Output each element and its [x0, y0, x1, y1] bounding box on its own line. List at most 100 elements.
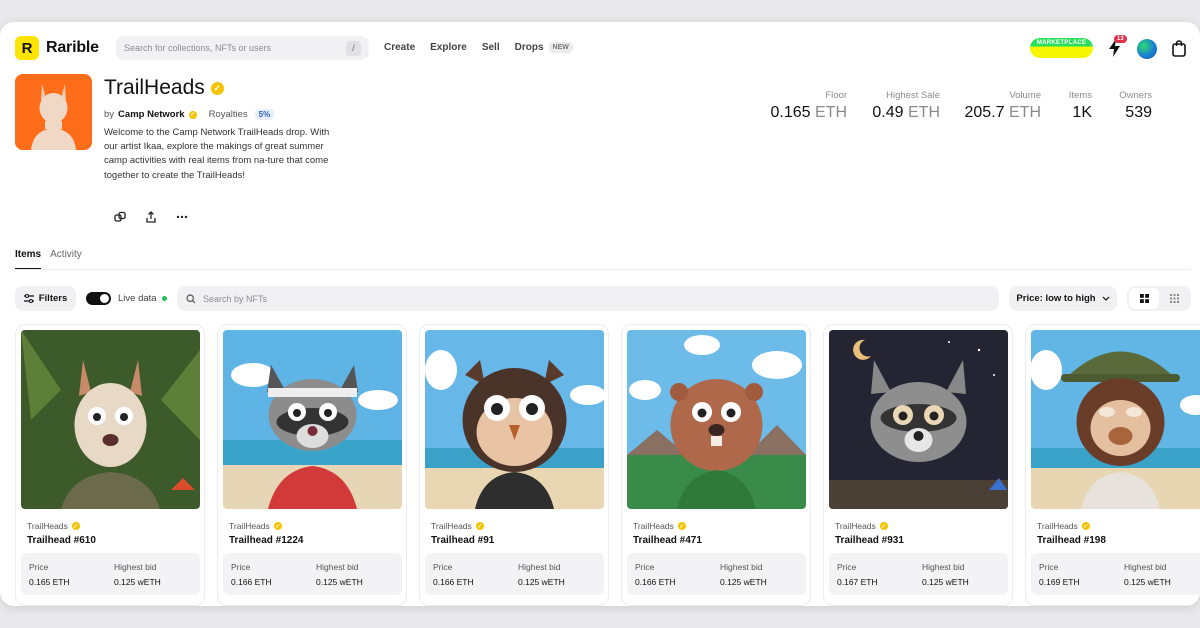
stat-number: 0.49: [872, 104, 904, 121]
chevron-down-icon: [1102, 296, 1110, 301]
nft-grid: TrailHeads ✓ Trailhead #610 Price Highes…: [15, 324, 1200, 606]
tab-activity[interactable]: Activity: [50, 249, 82, 270]
card-price-box: Price Highest bid 0.169 ETH 0.125 wETH: [1031, 553, 1200, 595]
filters-label: Filters: [38, 293, 68, 304]
rarible-logo[interactable]: R Rarible: [15, 36, 99, 60]
stat-number: 539: [1125, 104, 1152, 121]
stat-owners: Owners 539: [1119, 90, 1152, 122]
nft-card[interactable]: TrailHeads ✓ Trailhead #91 Price Highest…: [419, 324, 609, 606]
stat-value: 539: [1119, 104, 1152, 122]
highest-bid-value: 0.125 wETH: [922, 577, 969, 587]
card-collection-name: TrailHeads: [633, 521, 674, 531]
stat-unit: ETH: [815, 104, 847, 121]
price-value: 0.165 ETH: [29, 577, 70, 587]
card-collection-name: TrailHeads: [431, 521, 472, 531]
raccoon-night-nft-illustration: [829, 330, 1008, 509]
top-bar: R Rarible Search for collections, NFTs o…: [0, 22, 1200, 74]
card-title: Trailhead #91: [431, 535, 495, 546]
app-window: R Rarible Search for collections, NFTs o…: [0, 22, 1200, 606]
view-mode-toggle: [1127, 286, 1191, 311]
card-collection-name: TrailHeads: [27, 521, 68, 531]
stat-value: 0.165 ETH: [771, 104, 848, 122]
filters-icon: [23, 294, 34, 303]
stat-value: 1K: [1069, 104, 1092, 122]
collection-title-text: TrailHeads: [104, 76, 205, 99]
verified-check-icon: ✓: [210, 81, 224, 95]
stat-number: 205.7: [964, 104, 1005, 121]
card-price-box: Price Highest bid 0.165 ETH 0.125 wETH: [21, 553, 200, 595]
goat-nft-illustration: [21, 330, 200, 509]
card-price-box: Price Highest bid 0.167 ETH 0.125 wETH: [829, 553, 1008, 595]
nav-drops[interactable]: Drops NEW: [515, 42, 573, 53]
stat-highest-sale: Highest Sale 0.49 ETH: [872, 90, 940, 122]
search-icon: [186, 293, 196, 303]
nft-search-input[interactable]: Search by NFTs: [177, 286, 999, 311]
filters-button[interactable]: Filters: [15, 286, 76, 311]
creator-link[interactable]: Camp Network: [118, 109, 185, 120]
goat-illustration-icon: [15, 74, 92, 150]
price-value: 0.166 ETH: [635, 577, 676, 587]
price-value: 0.167 ETH: [837, 577, 878, 587]
highest-bid-value: 0.125 wETH: [1124, 577, 1171, 587]
nft-card[interactable]: TrailHeads ✓ Trailhead #931 Price Highes…: [823, 324, 1013, 606]
notification-count-badge: 13: [1114, 35, 1127, 43]
stat-label: Owners: [1119, 90, 1152, 101]
collection-description: Welcome to the Camp Network TrailHeads d…: [104, 127, 330, 181]
highest-bid-label: Highest bid: [720, 562, 763, 572]
stat-label: Items: [1068, 90, 1092, 101]
shopping-bag-icon[interactable]: [1170, 38, 1188, 58]
price-label: Price: [1039, 562, 1059, 572]
rarible-logo-icon: R: [15, 36, 39, 60]
wallet-avatar[interactable]: [1137, 39, 1157, 59]
copy-link-icon[interactable]: [113, 210, 126, 223]
live-indicator-dot: [161, 296, 167, 301]
price-label: Price: [29, 562, 49, 572]
live-data-text: Live data: [118, 293, 157, 304]
grid-large-view-button[interactable]: [1129, 288, 1159, 309]
card-collection-name: TrailHeads: [1037, 521, 1078, 531]
nav-sell[interactable]: Sell: [482, 42, 500, 53]
marketplace-badge[interactable]: MARKETPLACE: [1030, 38, 1093, 58]
price-label: Price: [837, 562, 857, 572]
nft-card[interactable]: TrailHeads ✓ Trailhead #471 Price Highes…: [621, 324, 811, 606]
verified-check-icon: ✓: [71, 522, 80, 530]
price-value: 0.166 ETH: [433, 577, 474, 587]
nft-image: [21, 330, 200, 509]
nft-card[interactable]: TrailHeads ✓ Trailhead #198 Price Highes…: [1025, 324, 1200, 606]
price-value: 0.169 ETH: [1039, 577, 1080, 587]
highest-bid-value: 0.125 wETH: [720, 577, 767, 587]
price-label: Price: [635, 562, 655, 572]
collection-avatar: [15, 74, 92, 150]
collection-actions: [113, 210, 188, 223]
tab-items[interactable]: Items: [15, 249, 42, 270]
more-icon[interactable]: [175, 210, 188, 223]
card-collection-name: TrailHeads: [229, 521, 270, 531]
nft-card[interactable]: TrailHeads ✓ Trailhead #610 Price Highes…: [15, 324, 205, 606]
royalties-value: 5%: [254, 109, 275, 120]
nft-card[interactable]: TrailHeads ✓ Trailhead #1224 Price Highe…: [217, 324, 407, 606]
card-title: Trailhead #610: [27, 535, 96, 546]
highest-bid-label: Highest bid: [114, 562, 157, 572]
global-search-placeholder: Search for collections, NFTs or users: [124, 43, 272, 53]
grid-small-view-button[interactable]: [1159, 288, 1189, 309]
stat-value: 0.49 ETH: [872, 104, 940, 122]
stat-unit: ETH: [1009, 104, 1041, 121]
nav-create[interactable]: Create: [384, 42, 415, 53]
stat-floor: Floor 0.165 ETH: [771, 90, 848, 122]
price-value: 0.166 ETH: [231, 577, 272, 587]
beaver-nft-illustration: [627, 330, 806, 509]
share-icon[interactable]: [144, 210, 157, 223]
card-collection: TrailHeads ✓: [229, 521, 282, 531]
verified-check-icon: ✓: [1081, 522, 1090, 530]
sort-dropdown[interactable]: Price: low to high: [1009, 286, 1117, 311]
highest-bid-value: 0.125 wETH: [316, 577, 363, 587]
stat-value: 205.7 ETH: [965, 104, 1042, 122]
nav-explore[interactable]: Explore: [430, 42, 467, 53]
card-price-box: Price Highest bid 0.166 ETH 0.125 wETH: [627, 553, 806, 595]
card-collection: TrailHeads ✓: [431, 521, 484, 531]
global-search-input[interactable]: Search for collections, NFTs or users /: [116, 36, 369, 60]
highest-bid-label: Highest bid: [1124, 562, 1167, 572]
live-data-toggle[interactable]: [86, 292, 111, 305]
sort-label: Price: low to high: [1016, 293, 1096, 304]
highest-bid-value: 0.125 wETH: [114, 577, 161, 587]
